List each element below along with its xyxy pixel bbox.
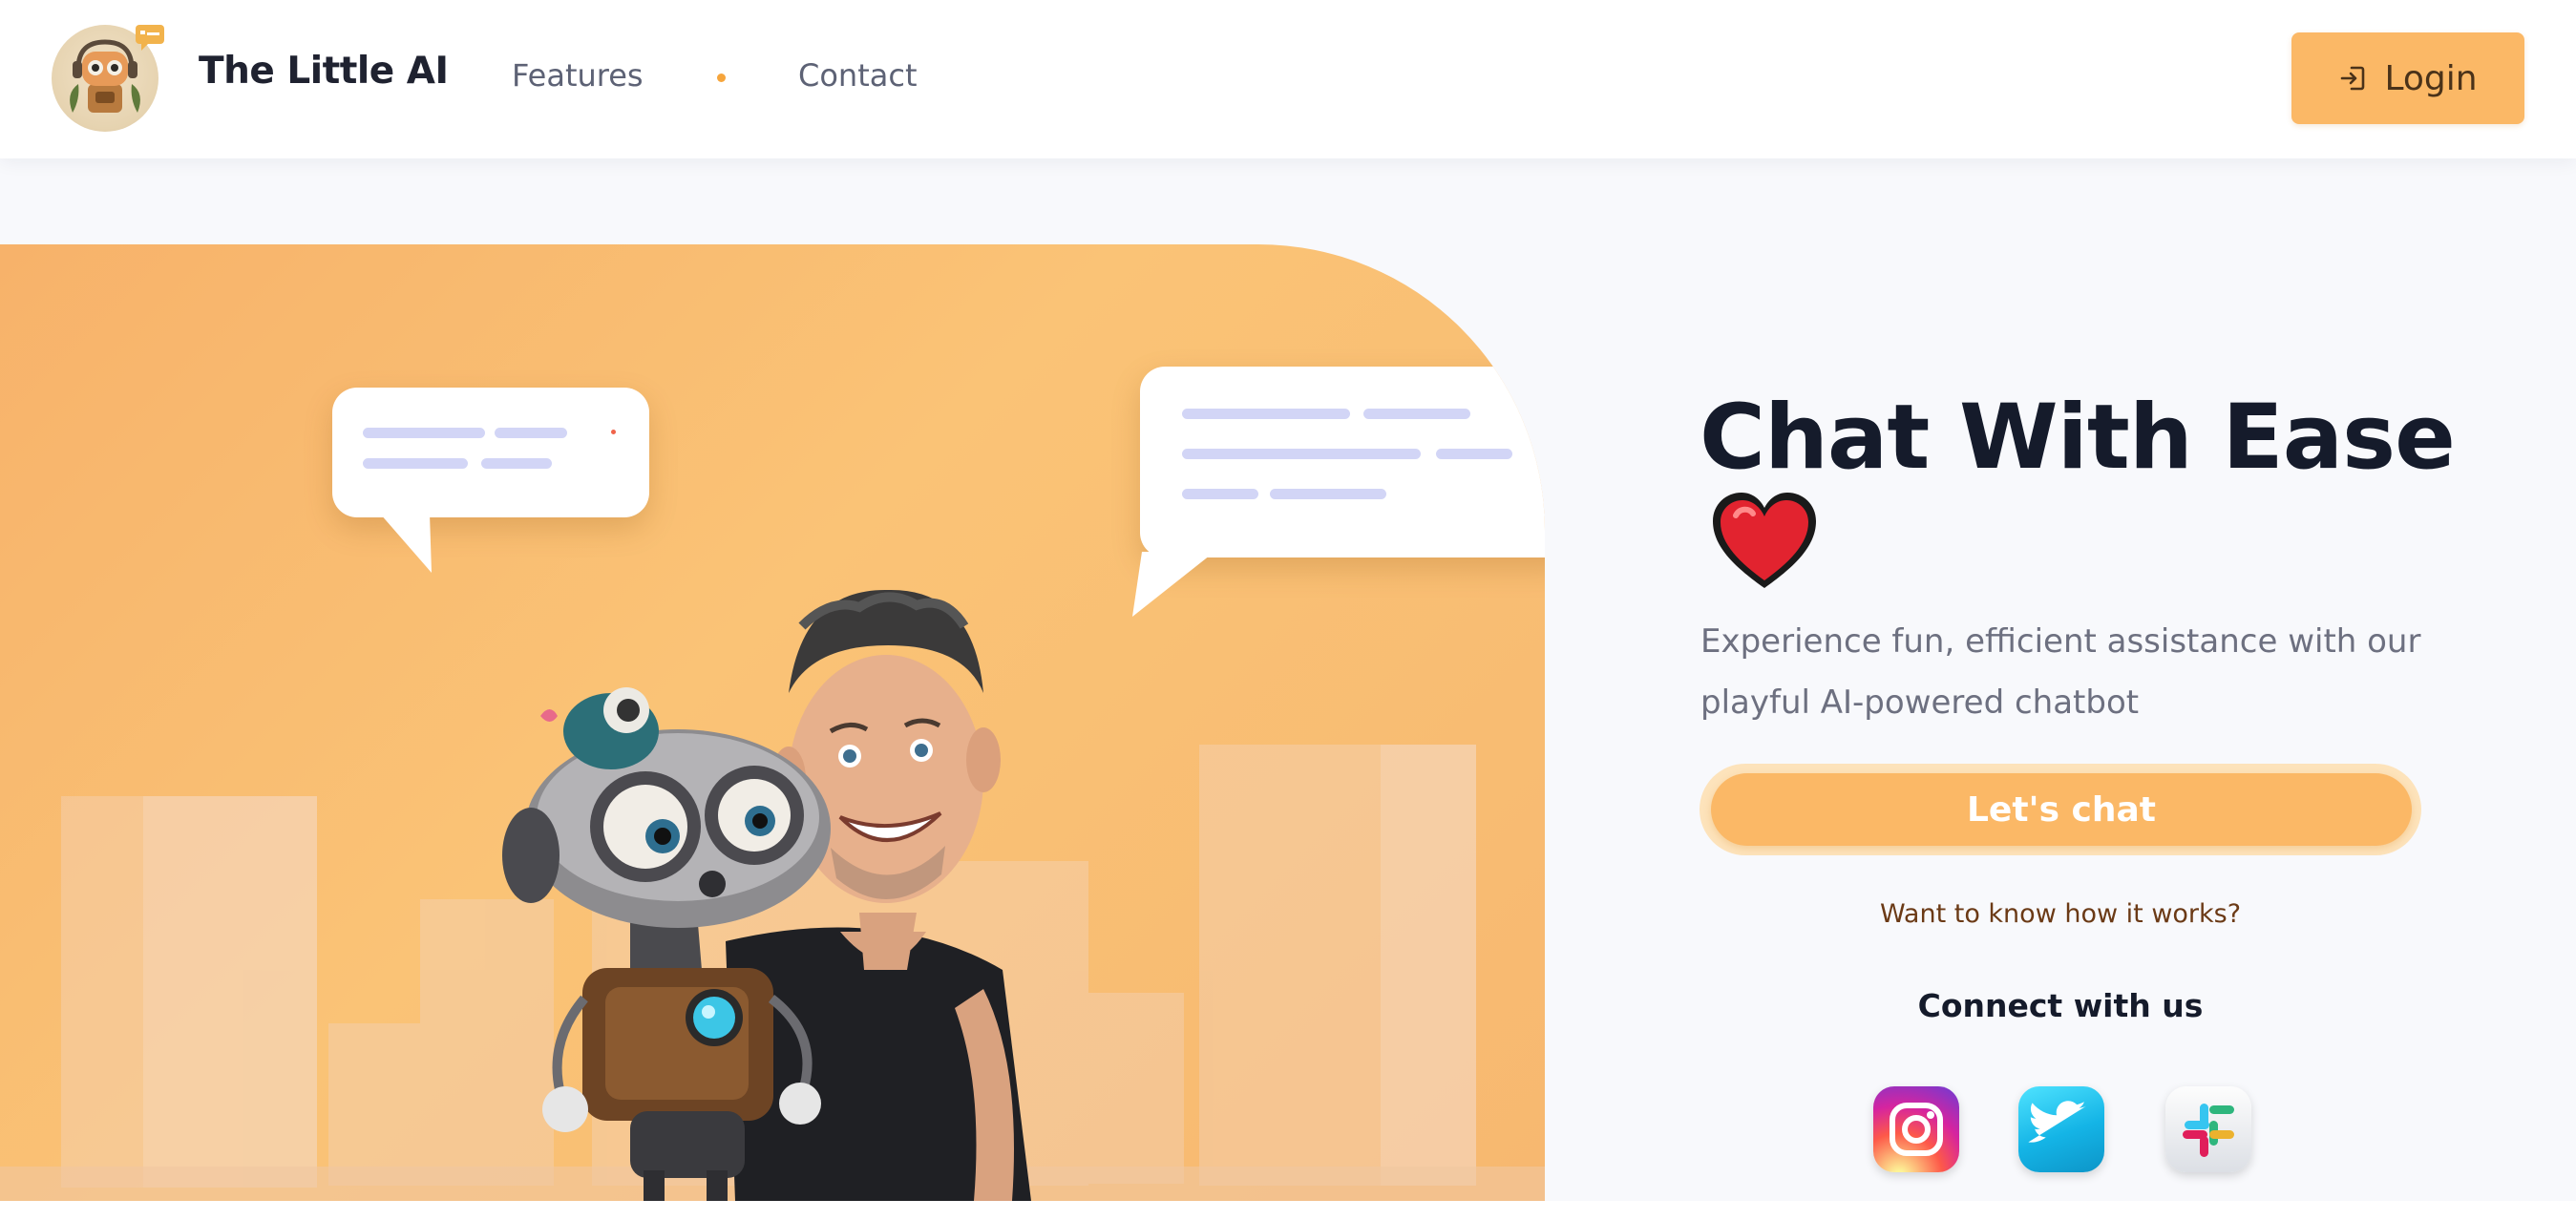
connect-heading: Connect with us	[1917, 987, 2204, 1024]
login-button[interactable]: Login	[2291, 32, 2524, 124]
heart-icon	[1713, 493, 1816, 588]
slack-icon[interactable]	[2165, 1086, 2251, 1172]
top-navbar: The Little AI Features Contact Login	[0, 0, 2576, 158]
twitter-icon[interactable]	[2018, 1086, 2104, 1172]
nav-contact[interactable]: Contact	[798, 57, 918, 94]
chat-bubble-right-tail	[1132, 552, 1214, 617]
login-label: Login	[2384, 58, 2478, 98]
page-title: Chat With Ease	[1700, 386, 2456, 490]
nav-features[interactable]: Features	[512, 57, 644, 94]
login-arrow-icon	[2341, 66, 2365, 91]
hero-subtitle: Experience fun, efficient assistance wit…	[1700, 622, 2421, 722]
page-bottom-edge	[0, 1201, 2576, 1220]
lets-chat-button[interactable]: Let's chat	[1711, 773, 2412, 846]
instagram-icon[interactable]	[1873, 1086, 1959, 1172]
chat-bubble-left	[332, 388, 649, 517]
chat-bubble-left-tail	[380, 514, 432, 573]
brand-name[interactable]: The Little AI	[199, 50, 449, 93]
robot-logo-icon[interactable]	[52, 25, 164, 132]
how-it-works-link[interactable]: Want to know how it works?	[1700, 899, 2421, 929]
chat-bubble-right	[1140, 367, 1545, 557]
nav-separator-dot	[717, 74, 726, 82]
robot-and-man-chat-illustration	[0, 244, 1545, 1201]
